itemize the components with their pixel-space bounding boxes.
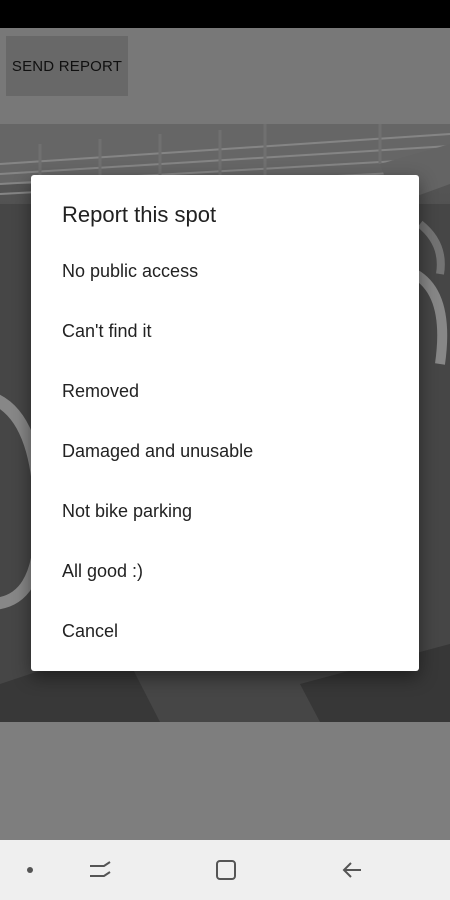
option-all-good[interactable]: All good :) <box>31 541 419 601</box>
option-cant-find-it[interactable]: Can't find it <box>31 301 419 361</box>
report-dialog: Report this spot No public access Can't … <box>31 175 419 671</box>
option-removed[interactable]: Removed <box>31 361 419 421</box>
recent-apps-icon[interactable] <box>70 840 130 900</box>
navigation-bar <box>0 840 450 900</box>
home-icon[interactable] <box>196 840 256 900</box>
option-no-public-access[interactable]: No public access <box>31 241 419 301</box>
option-damaged-and-unusable[interactable]: Damaged and unusable <box>31 421 419 481</box>
option-not-bike-parking[interactable]: Not bike parking <box>31 481 419 541</box>
back-icon[interactable] <box>322 840 382 900</box>
dot-icon[interactable] <box>0 840 60 900</box>
dialog-title: Report this spot <box>62 202 217 227</box>
option-cancel[interactable]: Cancel <box>31 601 419 661</box>
